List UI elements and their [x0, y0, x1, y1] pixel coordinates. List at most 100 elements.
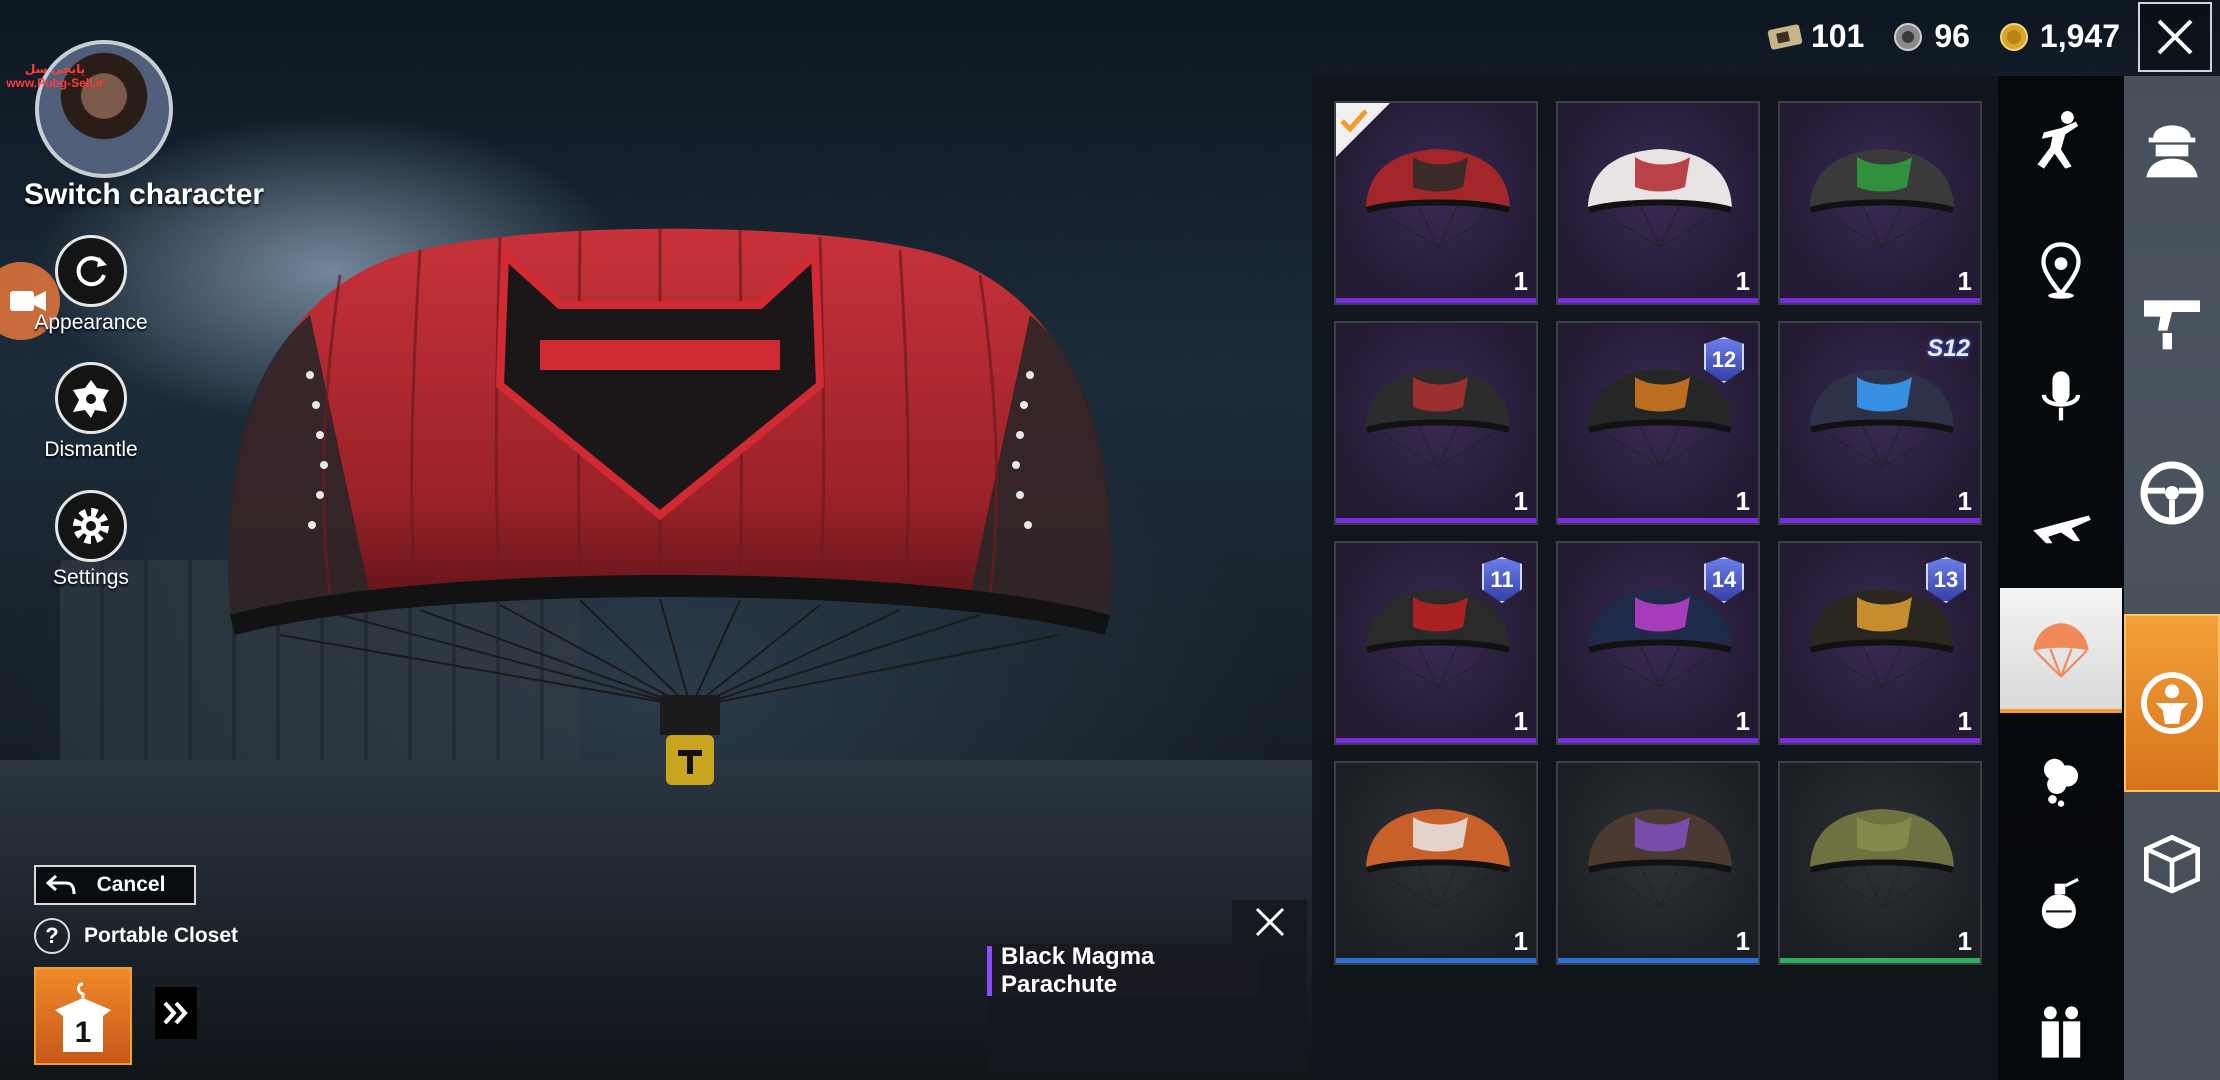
item-cell[interactable]: 1: [1778, 761, 1982, 965]
rail-tab-lobby[interactable]: [2124, 614, 2220, 792]
item-cell[interactable]: 1: [1556, 761, 1760, 965]
grenade-icon: [2041, 877, 2079, 928]
rarity-bar: [1558, 738, 1758, 743]
dismantle-button[interactable]: Dismantle: [44, 362, 138, 462]
parachute-thumbnail: [1588, 809, 1732, 908]
rarity-bar: [1336, 518, 1536, 523]
rail-tab-vehicle[interactable]: [2124, 430, 2220, 555]
silver-coin-icon: [1890, 22, 1926, 52]
smoke-icon: [2043, 758, 2079, 807]
rarity-bar: [1558, 298, 1758, 303]
ticket-count: 101: [1810, 18, 1865, 54]
rarity-bar: [1558, 958, 1758, 963]
item-cell[interactable]: S12 1: [1778, 321, 1982, 525]
main-rail: [2124, 76, 2220, 1080]
category-tab-grenade[interactable]: [2000, 842, 2122, 967]
close-icon: [1255, 907, 1284, 937]
item-tooltip: Black Magma Parachute: [987, 943, 1307, 1072]
item-cell[interactable]: 1: [1334, 321, 1538, 525]
portable-closet[interactable]: ? Portable Closet: [34, 918, 238, 954]
help-icon[interactable]: ?: [34, 918, 70, 954]
back-arrow-icon: [36, 874, 86, 896]
currency-ticket[interactable]: 101: [1767, 18, 1864, 55]
item-cell[interactable]: 1: [1778, 101, 1982, 305]
expand-button[interactable]: [155, 987, 197, 1039]
item-quantity: 1: [1513, 486, 1528, 516]
item-quantity: 1: [1735, 266, 1750, 296]
item-quantity: 1: [1513, 706, 1528, 736]
voice-icon: [2041, 370, 2081, 420]
rail-tab-weapon[interactable]: [2124, 256, 2220, 381]
appearance-button[interactable]: Appearance: [34, 235, 148, 335]
rarity-bar: [1336, 298, 1536, 303]
rarity-bar: [1336, 738, 1536, 743]
weapon-icon: [2144, 299, 2200, 349]
parachute-preview[interactable]: [220, 215, 1120, 795]
parachute-thumbnail: [1366, 369, 1510, 468]
watermark: پابجی سل www.Pubg-Sell.ir: [6, 62, 104, 90]
rarity-bar: [1780, 518, 1980, 523]
parachute-illustration: [228, 228, 1112, 785]
switch-character-label[interactable]: Switch character: [24, 178, 264, 212]
item-cell[interactable]: 1: [1556, 101, 1760, 305]
hanger-icon: 1: [55, 982, 111, 1052]
appearance-label: Appearance: [34, 311, 148, 334]
closet-count: 1: [75, 1016, 92, 1049]
category-tab-voice[interactable]: [2000, 334, 2122, 459]
item-cell[interactable]: 11 1: [1334, 541, 1538, 745]
gear-icon: [55, 490, 127, 562]
parachute-grid: 1 1 1 1 12 1 S12 1 11 1 14 1 13 1 1 1 1: [1334, 101, 1982, 965]
settings-button[interactable]: Settings: [48, 490, 134, 590]
item-cell[interactable]: 1: [1334, 761, 1538, 965]
equipped-check-icon: [1336, 103, 1390, 157]
parachute-thumbnail: [1366, 809, 1510, 908]
category-tab-team[interactable]: [2000, 969, 2122, 1080]
character-avatar[interactable]: [35, 40, 173, 178]
rail-tab-character[interactable]: [2124, 84, 2220, 209]
portable-closet-label: Portable Closet: [84, 924, 239, 947]
currency-silver[interactable]: 96: [1890, 18, 1970, 55]
item-quantity: 1: [1957, 926, 1972, 956]
character-icon: [2146, 124, 2198, 177]
parachute-thumbnail: [1588, 149, 1732, 248]
item-quantity: 1: [1735, 706, 1750, 736]
gold-count: 1,947: [2039, 18, 2120, 54]
dismantle-icon: [55, 362, 127, 434]
category-tab-smoke[interactable]: [2000, 715, 2122, 840]
category-tab-emote[interactable]: [2000, 80, 2122, 205]
rarity-bar: [1558, 518, 1758, 523]
item-quantity: 1: [1735, 486, 1750, 516]
refresh-icon: [55, 235, 127, 307]
location-icon: [2041, 241, 2081, 299]
tooltip-item-name: Black Magma Parachute: [987, 943, 1259, 998]
currency-gold[interactable]: 1,947: [1996, 18, 2120, 55]
rail-tab-crate[interactable]: [2124, 800, 2220, 925]
item-quantity: 1: [1957, 486, 1972, 516]
closet-slot[interactable]: 1: [34, 967, 132, 1065]
category-tab-plane[interactable]: [2000, 461, 2122, 586]
silver-count: 96: [1934, 18, 1970, 54]
tooltip-close-button[interactable]: [1232, 900, 1307, 944]
category-tab-location[interactable]: [2000, 207, 2122, 332]
rarity-bar: [1780, 298, 1980, 303]
rarity-bar: [1780, 958, 1980, 963]
parachute-thumbnail: [1810, 369, 1954, 468]
season-badge: S12: [1927, 335, 1970, 362]
crate-icon: [2144, 834, 2200, 894]
gold-coin-icon: [1996, 22, 2032, 52]
cancel-label: Cancel: [96, 873, 166, 896]
category-tab-parachute[interactable]: [2000, 588, 2122, 713]
lobby-icon: [2141, 672, 2203, 734]
rarity-bar: [1336, 958, 1536, 963]
currency-bar: 101 96 1,947: [1767, 18, 2120, 55]
double-chevron-icon: [163, 1001, 188, 1025]
parachute-thumbnail: [1810, 149, 1954, 248]
item-cell[interactable]: 13 1: [1778, 541, 1982, 745]
item-cell[interactable]: 14 1: [1556, 541, 1760, 745]
settings-label: Settings: [53, 566, 129, 589]
item-cell[interactable]: 12 1: [1556, 321, 1760, 525]
close-button[interactable]: [2138, 2, 2212, 72]
item-quantity: 1: [1735, 926, 1750, 956]
cancel-button[interactable]: Cancel: [34, 865, 196, 905]
item-cell[interactable]: 1: [1334, 101, 1538, 305]
